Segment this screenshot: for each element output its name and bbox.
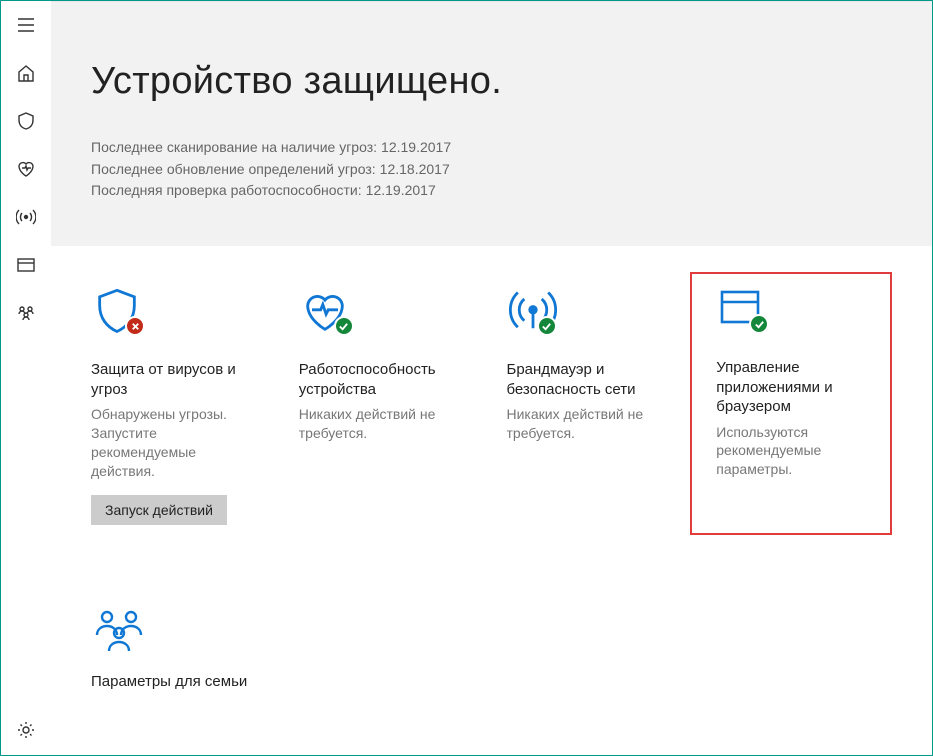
card-title: Защита от вирусов и угроз — [91, 360, 259, 399]
card-desc: Обнаружены угрозы. Запустите рекомендуем… — [91, 405, 259, 481]
last-update-label: Последнее обновление определений угроз: — [91, 159, 376, 181]
last-update-date: 12.18.2017 — [380, 159, 450, 181]
card-desc: Используются рекомендуемые параметры. — [716, 423, 876, 480]
heart-icon[interactable] — [6, 158, 46, 180]
heart-large-icon — [299, 286, 467, 340]
run-actions-button[interactable]: Запуск действий — [91, 495, 227, 525]
card-desc: Никаких действий не требуется. — [299, 405, 467, 443]
window-large-icon — [716, 284, 876, 338]
card-device-health[interactable]: Работоспособность устройства Никаких дей… — [299, 284, 477, 535]
shield-large-icon — [91, 286, 259, 340]
shield-icon[interactable] — [6, 110, 46, 132]
alert-badge-icon — [125, 316, 145, 336]
menu-icon[interactable] — [6, 14, 46, 36]
ok-badge-icon — [749, 314, 769, 334]
last-scan-label: Последнее сканирование на наличие угроз: — [91, 137, 377, 159]
ok-badge-icon — [537, 316, 557, 336]
card-family-options[interactable]: Параметры для семьи — [91, 605, 892, 690]
card-title: Работоспособность устройства — [299, 360, 467, 399]
nav-sidebar — [1, 1, 51, 755]
family-large-icon — [91, 605, 892, 659]
last-scan-date: 12.19.2017 — [381, 137, 451, 159]
card-firewall[interactable]: Брандмауэр и безопасность сети Никаких д… — [507, 284, 685, 535]
card-desc: Никаких действий не требуется. — [507, 405, 675, 443]
ok-badge-icon — [334, 316, 354, 336]
gear-icon[interactable] — [6, 719, 46, 741]
window-icon[interactable] — [6, 254, 46, 276]
status-summary: Последнее сканирование на наличие угроз:… — [91, 137, 892, 202]
card-virus-protection[interactable]: Защита от вирусов и угроз Обнаружены угр… — [91, 284, 269, 535]
home-icon[interactable] — [6, 62, 46, 84]
last-health-date: 12.19.2017 — [366, 180, 436, 202]
family-icon[interactable] — [6, 302, 46, 324]
header-panel: Устройство защищено. Последнее сканирова… — [51, 1, 932, 246]
card-title: Управление приложениями и браузером — [716, 358, 876, 417]
card-title: Брандмауэр и безопасность сети — [507, 360, 675, 399]
card-title: Параметры для семьи — [91, 673, 892, 690]
signal-icon[interactable] — [6, 206, 46, 228]
last-health-label: Последняя проверка работоспособности: — [91, 180, 362, 202]
page-title: Устройство защищено. — [91, 60, 892, 103]
main-area: Защита от вирусов и угроз Обнаружены угр… — [51, 246, 932, 755]
card-app-browser-control[interactable]: Управление приложениями и браузером Испо… — [690, 272, 892, 535]
signal-large-icon — [507, 286, 675, 340]
